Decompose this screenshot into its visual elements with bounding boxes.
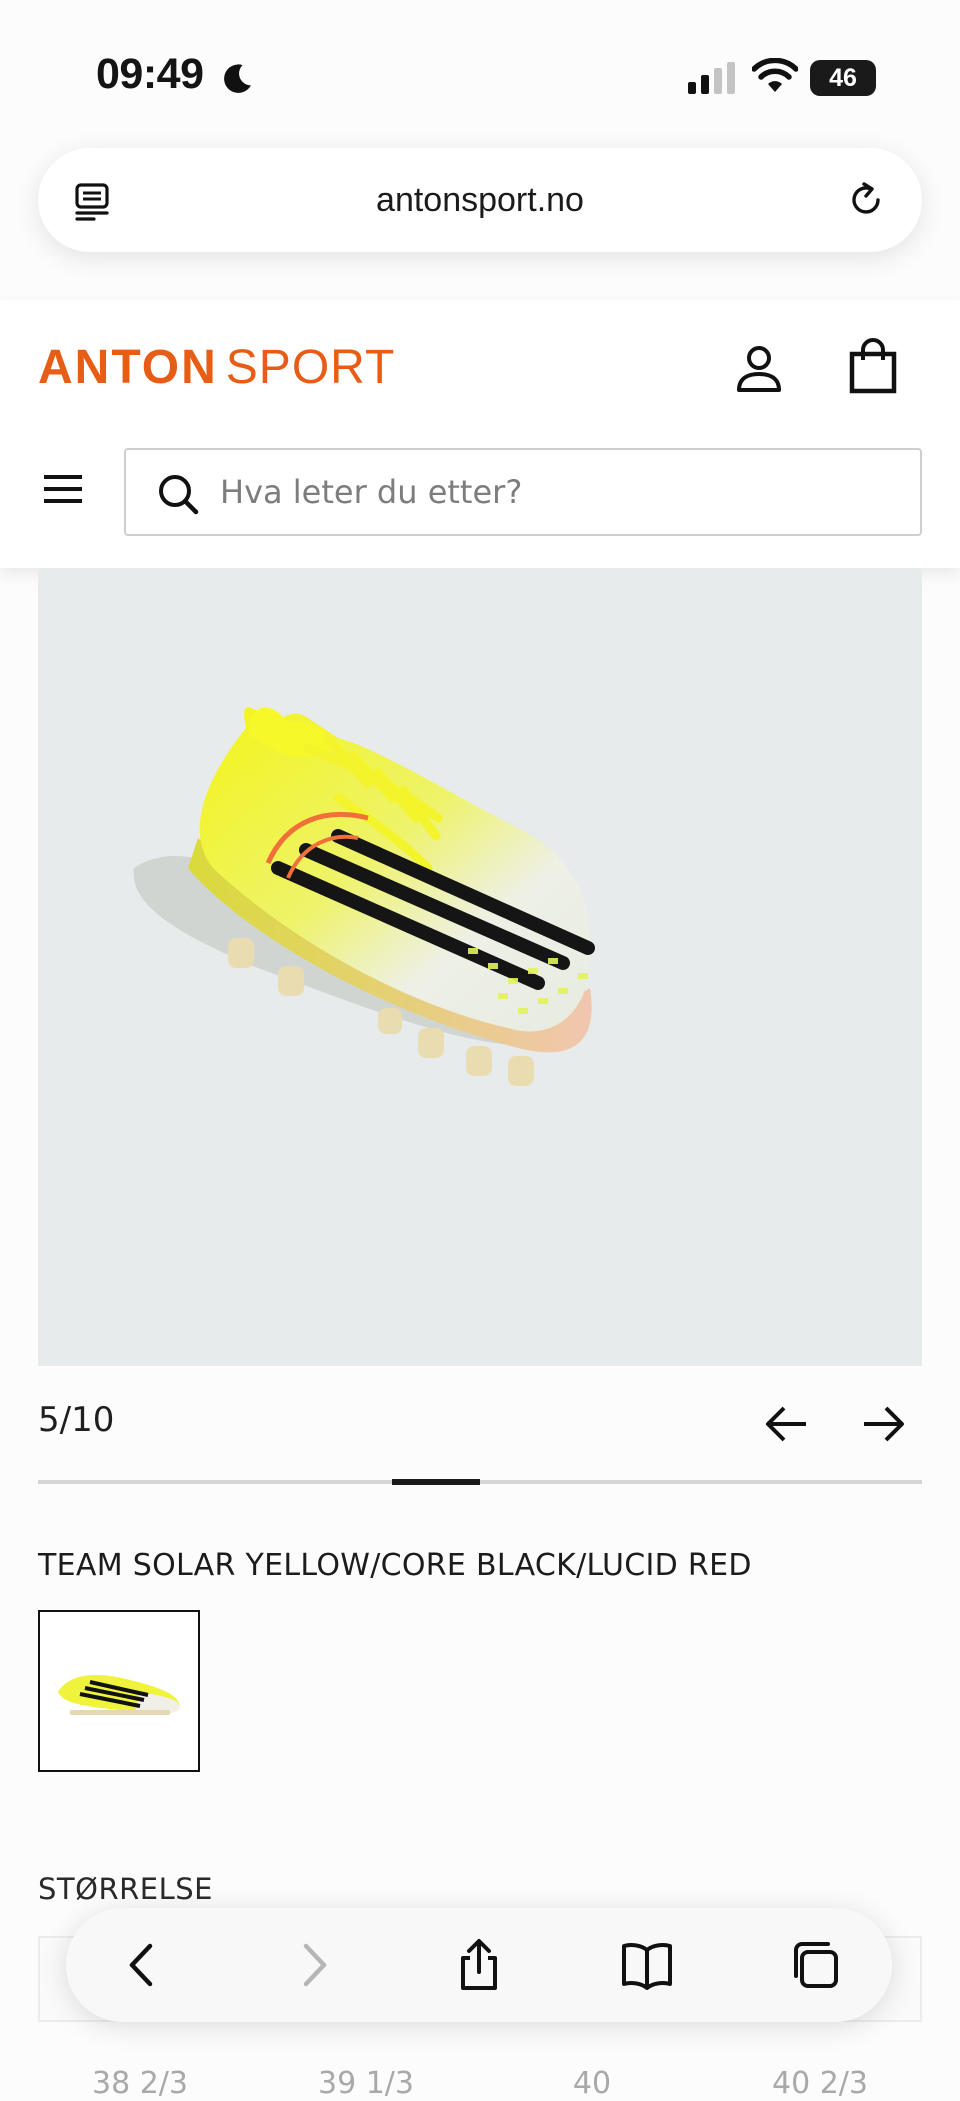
bookmarks-book-icon[interactable] [620,1938,674,1992]
arrow-left-icon[interactable] [764,1404,810,1444]
color-swatch-boot-image [58,1675,180,1715]
hamburger-menu-icon[interactable] [42,472,84,506]
size-option-label[interactable]: 39 1/3 [264,2066,468,2101]
size-option-label[interactable]: 38 2/3 [38,2066,242,2101]
wifi-icon [752,58,798,92]
logo-thin-text: SPORT [225,341,396,394]
size-option-label[interactable]: 40 [490,2066,694,2101]
status-time: 09:49 [96,50,204,98]
site-header: ANTON SPORT [0,300,960,568]
search-input[interactable] [220,450,900,534]
football-boot-illustration [133,707,595,1086]
reload-icon[interactable] [844,178,888,222]
color-swatch-thumbnail[interactable] [38,1610,200,1772]
page-menu-icon[interactable] [72,180,116,224]
site-logo[interactable]: ANTON SPORT [38,340,395,395]
search-box[interactable] [124,448,922,536]
moon-icon [224,64,251,93]
search-icon [159,475,199,515]
browser-toolbar [66,1908,892,2022]
cellular-signal-icon [688,62,735,94]
gallery-progress-thumb [391,1479,480,1485]
address-bar[interactable]: antonsport.no [38,148,922,252]
logo-bold-text: ANTON [38,341,218,394]
color-name: TEAM SOLAR YELLOW/CORE BLACK/LUCID RED [38,1548,752,1583]
shopping-bag-icon[interactable] [848,338,898,394]
gallery-progress-track [38,1479,922,1485]
battery-cap [868,71,873,85]
forward-chevron-icon[interactable] [286,1938,340,1992]
image-counter: 5/10 [38,1400,115,1440]
arrow-right-icon[interactable] [860,1404,906,1444]
back-chevron-icon[interactable] [116,1938,170,1992]
product-image[interactable] [38,568,922,1366]
share-icon[interactable] [452,1938,506,1992]
size-option-label[interactable]: 40 2/3 [718,2066,922,2101]
size-heading: STØRRELSE [38,1872,213,1906]
battery-icon: 46 [810,60,876,96]
tabs-icon[interactable] [788,1938,842,1992]
account-icon[interactable] [736,344,782,394]
address-url[interactable]: antonsport.no [38,148,922,252]
battery-level: 46 [829,64,857,92]
